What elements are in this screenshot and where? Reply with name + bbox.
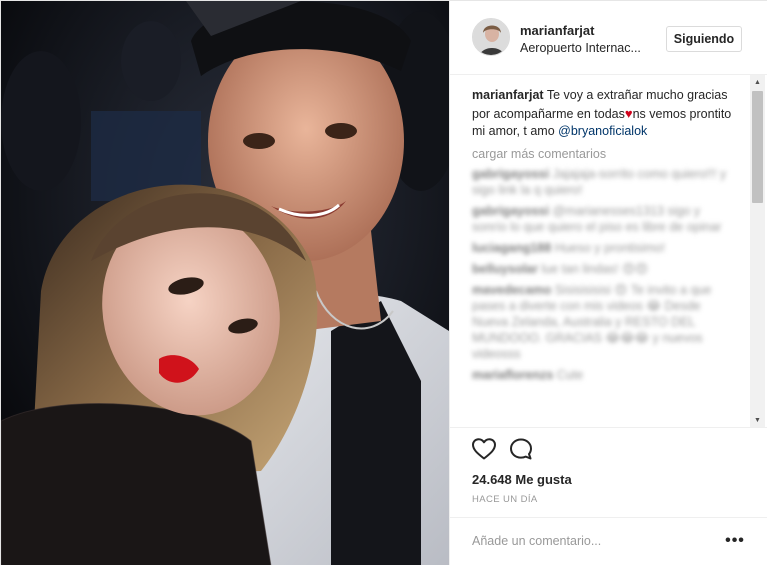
add-comment-input[interactable] bbox=[472, 528, 712, 554]
instagram-post: marianfarjat Aeropuerto Internac... Sigu… bbox=[0, 0, 767, 565]
heart-icon bbox=[472, 438, 496, 460]
selfie-image bbox=[1, 1, 449, 565]
comments-scrollbar[interactable]: ▲ ▼ bbox=[750, 75, 765, 427]
comment-username[interactable]: belluysolar bbox=[472, 262, 538, 276]
comment-text: lue tan lindas! 😍😍 bbox=[541, 261, 649, 276]
load-more-comments-link[interactable]: cargar más comentarios bbox=[472, 147, 750, 161]
more-options-icon[interactable]: ••• bbox=[722, 530, 748, 552]
post-photo[interactable] bbox=[1, 1, 449, 565]
comment-item: gabrigayossi Jajajaja-sorrito como quier… bbox=[472, 166, 737, 198]
post-caption: marianfarjat Te voy a extrañar mucho gra… bbox=[472, 87, 742, 141]
comment-username[interactable]: mavedecamo bbox=[472, 283, 551, 297]
comment-button[interactable] bbox=[508, 437, 534, 461]
avatar[interactable] bbox=[472, 18, 510, 56]
avatar-image bbox=[473, 19, 509, 55]
post-timestamp[interactable]: HACE UN DÍA bbox=[472, 494, 538, 505]
comment-text: Cute bbox=[556, 367, 584, 382]
scroll-up-arrow-icon[interactable]: ▲ bbox=[750, 75, 765, 89]
comment-username[interactable]: gabrigayossi bbox=[472, 167, 549, 181]
comment-item: mavedecamo Sisisisisisi 😍 Te invito a qu… bbox=[472, 282, 737, 362]
comment-item: gabrigayossi @marianesses1313 sigo y son… bbox=[472, 203, 737, 235]
heart-emoji-icon: ♥ bbox=[624, 105, 633, 121]
comment-username[interactable]: gabrigayossi bbox=[472, 204, 549, 218]
comments-list: marianfarjat Te voy a extrañar mucho gra… bbox=[450, 75, 750, 427]
comment-username[interactable]: luciagang188 bbox=[472, 241, 551, 255]
caption-username[interactable]: marianfarjat bbox=[472, 88, 544, 102]
add-comment-section: ••• bbox=[450, 517, 767, 565]
caption-mention-link[interactable]: @bryanoficialok bbox=[558, 124, 647, 138]
post-location[interactable]: Aeropuerto Internac... bbox=[520, 41, 655, 55]
speech-bubble-icon bbox=[510, 438, 532, 460]
post-actions: 24.648 Me gusta HACE UN DÍA bbox=[450, 427, 767, 517]
scrollbar-thumb[interactable] bbox=[752, 91, 763, 203]
comment-item: luciagang188 Hueso y prontisimo! bbox=[472, 240, 737, 256]
following-button[interactable]: Siguiendo bbox=[666, 26, 742, 52]
comment-text: Hueso y prontisimo! bbox=[554, 240, 666, 255]
scroll-down-arrow-icon[interactable]: ▼ bbox=[750, 413, 765, 427]
like-button[interactable] bbox=[471, 437, 497, 461]
post-details-panel: marianfarjat Aeropuerto Internac... Sigu… bbox=[449, 1, 767, 565]
post-username[interactable]: marianfarjat bbox=[520, 23, 594, 38]
comment-item: mariaflorenzs Cute bbox=[472, 367, 737, 383]
comment-item: belluysolar lue tan lindas! 😍😍 bbox=[472, 261, 737, 277]
likes-count[interactable]: 24.648 Me gusta bbox=[472, 472, 572, 487]
comment-username[interactable]: mariaflorenzs bbox=[472, 368, 553, 382]
post-header: marianfarjat Aeropuerto Internac... Sigu… bbox=[450, 1, 767, 75]
